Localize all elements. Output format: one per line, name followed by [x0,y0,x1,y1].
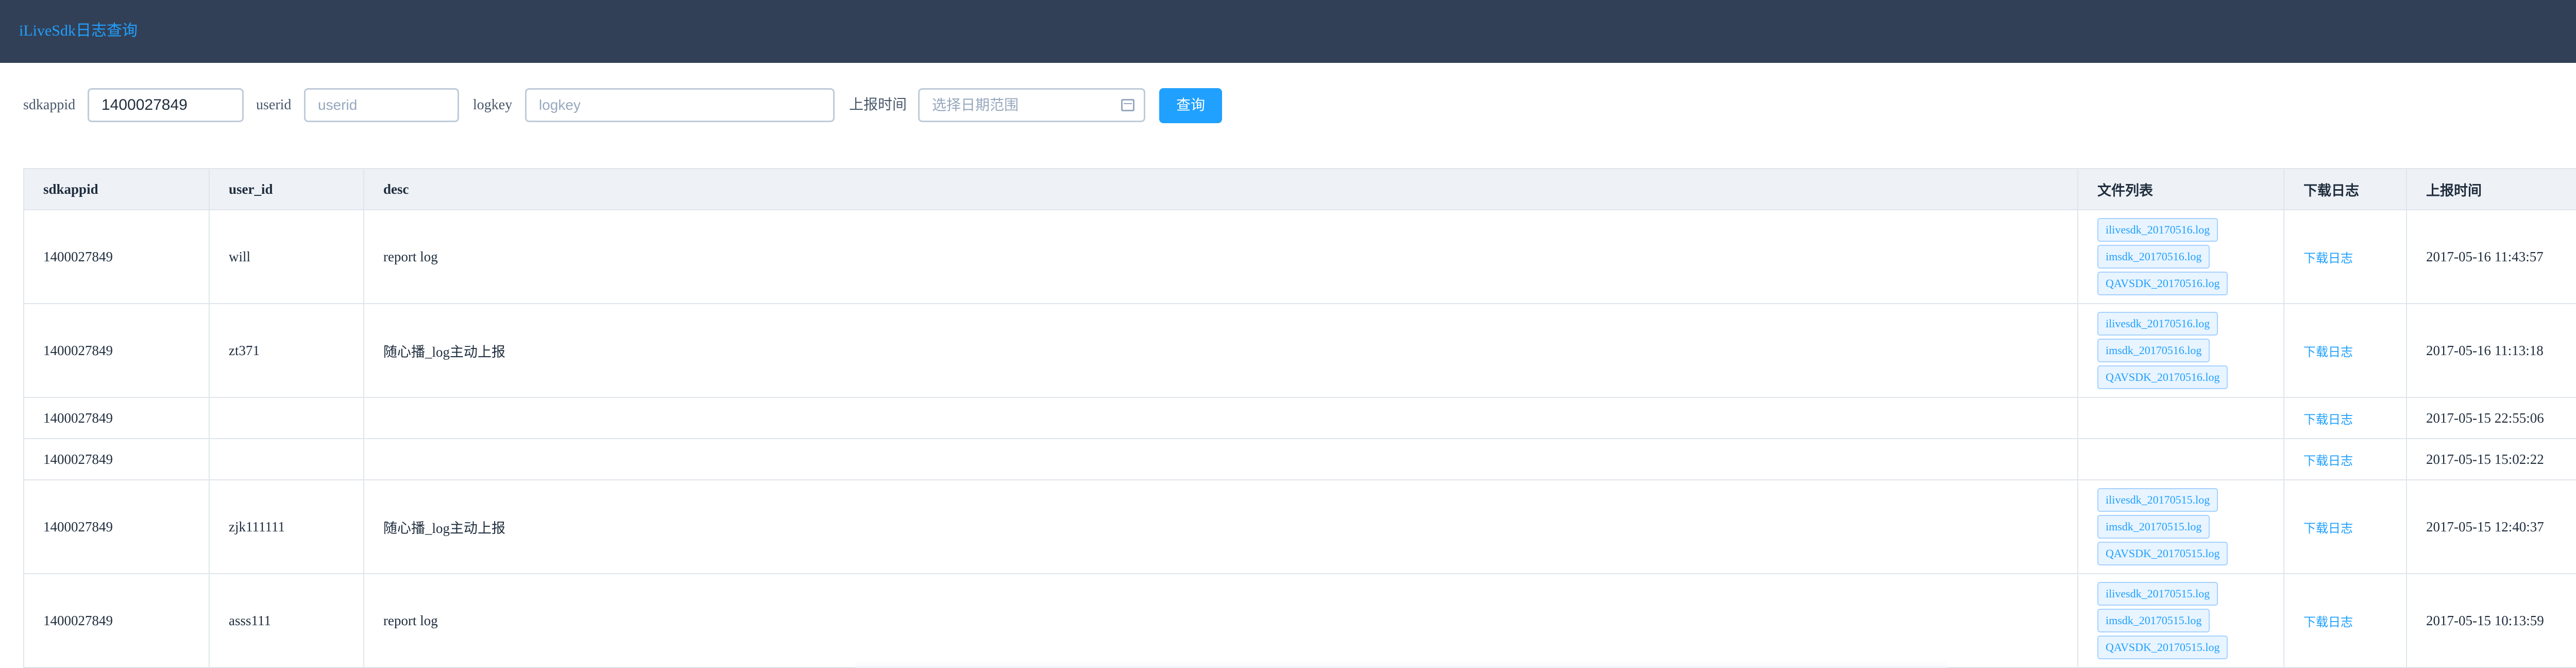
file-tag[interactable]: ilivesdk_20170516.log [2097,218,2218,242]
column-header-report-time: 上报时间 [2406,169,2576,210]
file-tag[interactable]: imsdk_20170515.log [2097,515,2210,539]
cell-desc: 随心播_log主动上报 [364,304,2078,398]
cell-sdkappid: 1400027849 [24,210,210,304]
file-tag[interactable]: QAVSDK_20170515.log [2097,636,2228,659]
download-log-link[interactable]: 下载日志 [2303,616,2353,629]
cell-desc: 随心播_log主动上报 [364,480,2078,574]
userid-label: userid [256,97,292,113]
download-log-link[interactable]: 下载日志 [2303,522,2353,536]
table-row: 1400027849 zjk111111 随心播_log主动上报 ilivesd… [24,480,2576,574]
cell-sdkappid: 1400027849 [24,397,210,439]
cell-download: 下载日志 [2284,480,2407,574]
cell-file-list: ilivesdk_20170516.log imsdk_20170516.log… [2078,304,2284,398]
column-header-download: 下载日志 [2284,169,2407,210]
cell-file-list: ilivesdk_20170516.log imsdk_20170516.log… [2078,210,2284,304]
table-row: 1400027849 will report log ilivesdk_2017… [24,210,2576,304]
cell-download: 下载日志 [2284,574,2407,668]
cell-download: 下载日志 [2284,304,2407,398]
table-row: 1400027849 zt371 随心播_log主动上报 ilivesdk_20… [24,304,2576,398]
column-header-sdkappid: sdkappid [24,169,210,210]
cell-user-id: asss111 [209,574,364,668]
column-header-desc: desc [364,169,2078,210]
file-tag[interactable]: QAVSDK_20170516.log [2097,272,2228,295]
cell-desc [364,397,2078,439]
cell-report-time: 2017-05-16 11:13:18 [2406,304,2576,398]
cell-download: 下载日志 [2284,439,2407,480]
cell-desc: report log [364,574,2078,668]
logkey-input[interactable] [525,88,835,122]
cell-file-list [2078,397,2284,439]
app-title[interactable]: iLiveSdk日志查询 [19,21,138,41]
cell-file-list [2078,439,2284,480]
file-tag[interactable]: QAVSDK_20170515.log [2097,542,2228,565]
cell-user-id: will [209,210,364,304]
download-log-link[interactable]: 下载日志 [2303,413,2353,427]
cell-report-time: 2017-05-15 15:02:22 [2406,439,2576,480]
bottom-overlay-shadow [855,661,1947,668]
report-time-label: 上报时间 [849,97,907,113]
top-header: iLiveSdk日志查询 [0,0,2576,63]
cell-sdkappid: 1400027849 [24,480,210,574]
query-button[interactable]: 查询 [1159,88,1222,123]
cell-download: 下载日志 [2284,397,2407,439]
file-tag[interactable]: ilivesdk_20170516.log [2097,312,2218,336]
file-tag[interactable]: ilivesdk_20170515.log [2097,488,2218,512]
cell-sdkappid: 1400027849 [24,574,210,668]
table-row: 1400027849 下载日志 2017-05-15 15:02:22 [24,439,2576,480]
file-tag[interactable]: QAVSDK_20170516.log [2097,365,2228,389]
file-tag[interactable]: imsdk_20170515.log [2097,609,2210,632]
cell-report-time: 2017-05-15 22:55:06 [2406,397,2576,439]
userid-input[interactable] [304,88,459,122]
table-row: 1400027849 asss111 report log ilivesdk_2… [24,574,2576,668]
cell-sdkappid: 1400027849 [24,439,210,480]
file-tag[interactable]: imsdk_20170516.log [2097,245,2210,269]
filter-bar: sdkappid userid logkey 上报时间 选择日期范围 查询 [0,63,2576,166]
cell-file-list: ilivesdk_20170515.log imsdk_20170515.log… [2078,574,2284,668]
date-range-picker[interactable]: 选择日期范围 [918,88,1145,122]
date-range-placeholder: 选择日期范围 [932,97,1019,113]
download-log-link[interactable]: 下载日志 [2303,346,2353,359]
column-header-user-id: user_id [209,169,364,210]
cell-user-id: zjk111111 [209,480,364,574]
table-header-row: sdkappid user_id desc 文件列表 下载日志 上报时间 [24,169,2576,210]
file-tag[interactable]: imsdk_20170516.log [2097,339,2210,362]
cell-user-id [209,397,364,439]
log-table-grid: sdkappid user_id desc 文件列表 下载日志 上报时间 140… [24,169,2576,668]
cell-file-list: ilivesdk_20170515.log imsdk_20170515.log… [2078,480,2284,574]
cell-desc [364,439,2078,480]
file-tag[interactable]: ilivesdk_20170515.log [2097,582,2218,606]
download-log-link[interactable]: 下载日志 [2303,455,2353,468]
table-row: 1400027849 下载日志 2017-05-15 22:55:06 [24,397,2576,439]
cell-report-time: 2017-05-15 12:40:37 [2406,480,2576,574]
column-header-file-list: 文件列表 [2078,169,2284,210]
sdkappid-input[interactable] [88,88,244,122]
cell-report-time: 2017-05-15 10:13:59 [2406,574,2576,668]
cell-report-time: 2017-05-16 11:43:57 [2406,210,2576,304]
calendar-icon [1121,99,1134,111]
sdkappid-label: sdkappid [23,97,76,113]
cell-user-id: zt371 [209,304,364,398]
cell-sdkappid: 1400027849 [24,304,210,398]
cell-user-id [209,439,364,480]
cell-download: 下载日志 [2284,210,2407,304]
log-table: sdkappid user_id desc 文件列表 下载日志 上报时间 140… [23,168,2576,668]
cell-desc: report log [364,210,2078,304]
logkey-label: logkey [473,97,513,113]
download-log-link[interactable]: 下载日志 [2303,252,2353,265]
